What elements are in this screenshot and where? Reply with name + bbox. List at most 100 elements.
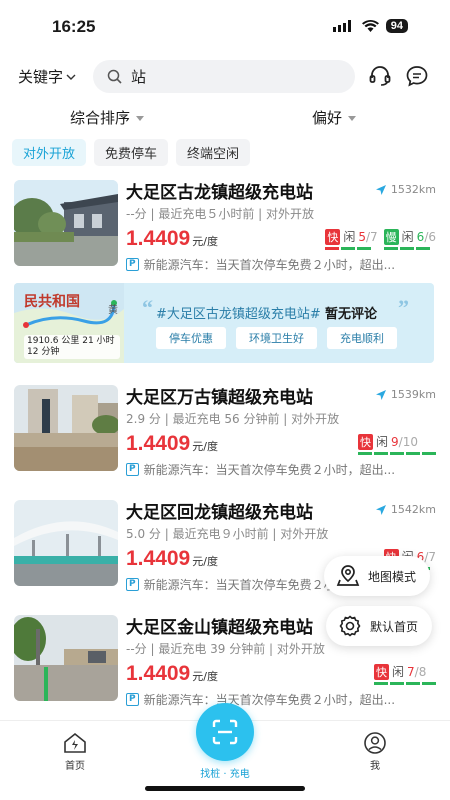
station-name: 大足区万古镇超级充电站 xyxy=(126,388,313,408)
keyword-label: 关键字 xyxy=(18,68,64,86)
station-promo: P 新能源汽车：当天首次停车免费２小时，超出... xyxy=(126,691,436,708)
sort-comprehensive-label: 综合排序 xyxy=(70,109,131,127)
banner-topic: #大足区古龙镇超级充电站# xyxy=(156,307,321,322)
sort-preference-label: 偏好 xyxy=(312,109,343,127)
map-pin-icon xyxy=(336,565,360,586)
fast-total: /7 xyxy=(365,229,378,244)
price-unit: 元/度 xyxy=(192,555,218,568)
review-banner[interactable]: 民共和国 黄 1910.6 公里 21 小时 12 分钟 “ #大足区古龙镇超级… xyxy=(14,283,434,363)
fast-tag: 快 xyxy=(325,228,341,245)
tab-scan-label[interactable]: 找桩 · 充电 xyxy=(190,765,260,780)
chip-open-public[interactable]: 对外开放 xyxy=(12,139,87,166)
banner-tags: 停车优惠 环境卫生好 充电顺利 xyxy=(156,327,397,349)
station-name: 大足区回龙镇超级充电站 xyxy=(126,503,313,523)
station-name: 大足区金山镇超级充电站 xyxy=(126,618,313,638)
quote-open-icon: “ xyxy=(142,295,153,320)
fast-tag: 快 xyxy=(374,663,389,680)
station-price: 1.4409 元/度 xyxy=(126,547,218,571)
scan-charge-button[interactable] xyxy=(196,703,254,761)
home-icon xyxy=(64,732,86,753)
wifi-icon xyxy=(361,20,379,32)
map-country-label: 民共和国 xyxy=(24,294,80,310)
price-unit: 元/度 xyxy=(192,440,218,453)
fast-available: 5 xyxy=(358,229,366,244)
gear-icon xyxy=(339,615,361,637)
price-value: 1.4409 xyxy=(126,227,191,250)
fast-availability-bar xyxy=(374,682,436,685)
station-price: 1.4409 元/度 xyxy=(126,227,218,251)
chevron-down-icon xyxy=(66,74,76,80)
station-photo xyxy=(14,385,118,471)
search-box[interactable] xyxy=(93,60,355,93)
message-icon[interactable] xyxy=(405,64,429,88)
route-info: 1910.6 公里 21 小时 12 分钟 xyxy=(24,335,120,359)
battery-indicator: 94 xyxy=(385,19,408,33)
price-unit: 元/度 xyxy=(192,670,218,683)
filter-chips: 对外开放 免费停车 终端空闲 xyxy=(12,139,251,166)
fast-charger-availability: 快 闲 5/7 xyxy=(325,228,378,250)
banner-title: #大足区古龙镇超级充电站# 暂无评论 xyxy=(156,303,377,322)
price-value: 1.4409 xyxy=(126,662,191,685)
idle-label: 闲 xyxy=(376,435,389,449)
station-price: 1.4409 元/度 xyxy=(126,662,218,686)
status-icons: 94 xyxy=(332,19,408,33)
station-promo: P 新能源汽车：当天首次停车免费２小时，超出... xyxy=(126,461,436,478)
sort-row: 综合排序 偏好 xyxy=(0,107,450,131)
station-card[interactable]: 大足区万古镇超级充电站 1539km 2.9 分 | 最近充电 56 分钟前 |… xyxy=(0,377,450,482)
banner-tag: 环境卫生好 xyxy=(236,327,317,349)
default-home-button[interactable]: 默认首页 xyxy=(326,606,433,646)
fast-available: 9 xyxy=(391,434,399,449)
status-time: 16:25 xyxy=(52,17,96,36)
status-bar: 16:25 94 xyxy=(0,0,450,52)
chip-free-parking[interactable]: 免费停车 xyxy=(94,139,169,166)
navigation-arrow-icon xyxy=(375,389,386,400)
station-distance: 1532km xyxy=(375,183,436,196)
signal-icon xyxy=(332,20,351,32)
parking-icon: P xyxy=(126,258,139,271)
parking-icon: P xyxy=(126,693,139,706)
slow-charger-availability: 慢 闲 6/6 xyxy=(383,228,436,250)
fast-available: 7 xyxy=(407,664,415,679)
navigation-arrow-icon xyxy=(375,184,386,195)
station-meta: --分 | 最近充电 39 分钟前 | 对外开放 xyxy=(126,642,325,656)
fast-availability-bar xyxy=(325,247,372,250)
banner-tag: 停车优惠 xyxy=(156,327,226,349)
station-card[interactable]: 大足区古龙镇超级充电站 1532km --分 | 最近充电５小时前 | 对外开放… xyxy=(0,172,450,277)
map-char-label: 黄 xyxy=(108,305,118,316)
idle-label: 闲 xyxy=(401,230,414,244)
station-price: 1.4409 元/度 xyxy=(126,432,218,456)
charger-availability: 快 闲 7/8 xyxy=(374,663,436,685)
station-photo xyxy=(14,500,118,586)
station-meta: 2.9 分 | 最近充电 56 分钟前 | 对外开放 xyxy=(126,412,340,426)
search-row: 关键字 xyxy=(0,60,450,94)
chip-idle-terminal[interactable]: 终端空闲 xyxy=(176,139,251,166)
fast-charger-availability: 快 闲 7/8 xyxy=(374,663,436,685)
price-value: 1.4409 xyxy=(126,432,191,455)
slow-availability-bar xyxy=(383,247,430,250)
station-photo xyxy=(14,615,118,701)
search-input[interactable] xyxy=(131,67,331,86)
banner-tag: 充电顺利 xyxy=(327,327,397,349)
parking-icon: P xyxy=(126,578,139,591)
sort-preference[interactable]: 偏好 xyxy=(312,107,357,128)
customer-service-icon[interactable] xyxy=(368,64,392,88)
promo-text: 新能源汽车：当天首次停车免费２小时，超出... xyxy=(143,693,396,707)
station-distance: 1539km xyxy=(375,388,436,401)
tab-me[interactable]: 我 xyxy=(340,731,410,772)
quote-close-icon: ” xyxy=(398,295,409,320)
price-value: 1.4409 xyxy=(126,547,191,570)
map-mode-button[interactable]: 地图模式 xyxy=(324,556,431,596)
fast-charger-availability: 快 闲 9/10 xyxy=(358,433,436,455)
tab-me-label: 我 xyxy=(370,761,380,772)
tab-home[interactable]: 首页 xyxy=(40,731,110,772)
sort-comprehensive[interactable]: 综合排序 xyxy=(70,107,145,128)
user-icon xyxy=(364,732,386,754)
station-distance: 1542km xyxy=(375,503,436,516)
station-photo xyxy=(14,180,118,266)
distance-value: 1532km xyxy=(390,183,436,196)
home-indicator xyxy=(145,786,305,791)
keyword-dropdown[interactable]: 关键字 xyxy=(18,66,76,87)
tab-home-label: 首页 xyxy=(65,761,85,772)
slow-total: /6 xyxy=(424,229,436,244)
idle-label: 闲 xyxy=(343,230,356,244)
